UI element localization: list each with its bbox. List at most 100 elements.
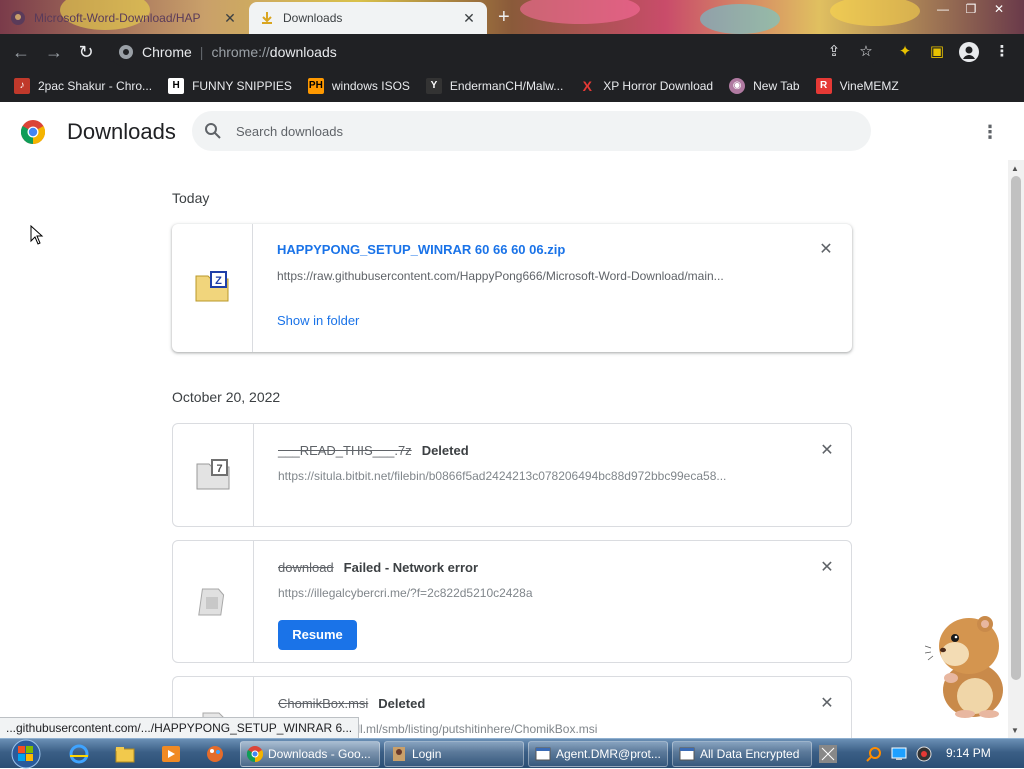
address-bar[interactable]: Chrome | chrome:// downloads	[110, 38, 880, 66]
download-filename: download Failed - Network error	[278, 560, 478, 575]
start-button-icon[interactable]	[4, 739, 44, 769]
chrome-logo-icon	[21, 120, 45, 144]
bookmark-label: New Tab	[753, 79, 800, 93]
address-separator: |	[199, 44, 204, 60]
search-icon	[205, 123, 221, 139]
forward-icon[interactable]: →	[42, 40, 66, 64]
download-item: 7 ___READ_THIS___.7z Deleted https://situ…	[172, 423, 852, 527]
extensions-icon[interactable]: ✦	[895, 42, 915, 62]
filename-text: ___READ_THIS___.7z	[278, 443, 412, 458]
mouse-cursor-icon	[30, 225, 44, 245]
chrome-site-icon	[119, 45, 133, 59]
close-window-icon[interactable]: ✕	[986, 2, 1012, 16]
scroll-down-icon[interactable]: ▼	[1011, 726, 1019, 735]
toolbar: ← → ↻ Chrome | chrome:// downloads ⇪ ☆ ✦…	[0, 34, 1024, 70]
remove-download-icon[interactable]: ✕	[819, 443, 835, 459]
downloads-header: Downloads Search downloads ⋮	[0, 102, 1010, 162]
section-date-october-20: October 20, 2022	[172, 389, 281, 405]
paint-icon[interactable]	[204, 744, 226, 764]
tab-title: Microsoft-Word-Download/HAP	[34, 11, 201, 25]
tab-github[interactable]: Microsoft-Word-Download/HAP ✕	[0, 2, 248, 34]
bookmark-label: EndermanCH/Malw...	[449, 79, 564, 93]
github-icon	[11, 11, 25, 25]
remove-download-icon[interactable]: ✕	[819, 696, 835, 712]
back-icon[interactable]: ←	[9, 40, 33, 64]
tab-close-icon[interactable]: ✕	[461, 10, 477, 27]
app-icon	[393, 747, 405, 761]
download-filename[interactable]: HAPPYPONG_SETUP_WINRAR 60 66 60 06.zip	[277, 242, 565, 257]
page-title: Downloads	[67, 119, 176, 144]
tab-title: Downloads	[283, 11, 343, 25]
display-tray-icon[interactable]	[891, 746, 907, 762]
tab-close-icon[interactable]: ✕	[222, 10, 238, 27]
taskbar-item-label: Agent.DMR@prot...	[556, 747, 661, 761]
download-status: Deleted	[378, 696, 426, 711]
windows-taskbar: Downloads - Goo... Login Agent.DMR@prot.…	[0, 738, 1024, 769]
address-scheme: chrome://	[211, 44, 270, 60]
search-downloads-input[interactable]: Search downloads	[192, 111, 871, 151]
tray-app-icon[interactable]	[818, 744, 838, 764]
share-icon[interactable]: ⇪	[824, 42, 844, 62]
taskbar-item-label: All Data Encrypted	[700, 747, 800, 761]
bookmark-new-tab[interactable]: ◉ New Tab	[729, 78, 800, 94]
x-favicon-icon: X	[582, 78, 592, 94]
bookmark-label: 2pac Shakur - Chro...	[38, 79, 153, 93]
zip-file-icon: Z	[195, 271, 229, 302]
bookmark-xp-horror[interactable]: X XP Horror Download	[579, 78, 714, 94]
show-in-folder-link[interactable]: Show in folder	[277, 313, 359, 328]
resume-button[interactable]: Resume	[278, 620, 357, 650]
bookmark-2pac[interactable]: ♪ 2pac Shakur - Chro...	[14, 78, 152, 94]
profile-avatar-icon[interactable]	[959, 42, 979, 62]
new-tab-button[interactable]: +	[498, 6, 510, 29]
taskbar-item-login[interactable]: Login	[384, 741, 524, 767]
taskbar-item-label: Login	[412, 747, 442, 761]
maximize-icon[interactable]: ❐	[958, 2, 984, 16]
chrome-icon	[247, 746, 263, 762]
minimize-icon[interactable]: —	[930, 2, 956, 16]
globe-favicon-icon: ◉	[729, 78, 746, 94]
download-icon	[262, 12, 272, 24]
taskbar-item-agent-dmr[interactable]: Agent.DMR@prot...	[528, 741, 668, 767]
download-url[interactable]: https://situla.bitbit.net/filebin/b0866f…	[278, 469, 778, 483]
internet-explorer-icon[interactable]	[68, 744, 90, 764]
scrollbar-thumb[interactable]	[1011, 176, 1021, 680]
bookmark-vinememz[interactable]: R VineMEMZ	[815, 78, 899, 94]
download-url[interactable]: https://raw.githubusercontent.com/HappyP…	[277, 269, 777, 283]
bookmark-windows-isos[interactable]: PH windows ISOS	[307, 78, 410, 94]
r-favicon-icon: R	[815, 78, 832, 94]
bookmark-label: FUNNY SNIPPIES	[192, 79, 292, 93]
bookmark-endermanch[interactable]: Y EndermanCH/Malw...	[425, 78, 564, 94]
filename-text: ChomikBox.msi	[278, 696, 369, 711]
search-placeholder: Search downloads	[236, 123, 343, 139]
bookmark-label: windows ISOS	[331, 79, 410, 93]
file-icon-column	[173, 541, 254, 662]
remove-download-icon[interactable]: ✕	[819, 560, 835, 576]
taskbar-item-downloads[interactable]: Downloads - Goo...	[240, 741, 380, 767]
scroll-up-icon[interactable]: ▲	[1011, 164, 1019, 173]
side-panel-icon[interactable]: ▣	[927, 42, 947, 62]
file-explorer-icon[interactable]	[114, 744, 136, 764]
menu-icon[interactable]: ⋮	[992, 42, 1012, 62]
h-favicon-icon: H	[168, 78, 185, 94]
bookmark-label: XP Horror Download	[603, 79, 714, 93]
more-actions-icon[interactable]: ⋮	[980, 120, 1000, 144]
taskbar-item-all-data-encrypted[interactable]: All Data Encrypted	[672, 741, 812, 767]
download-url[interactable]: https://illegalcybercri.me/?f=2c822d5210…	[278, 586, 778, 600]
svg-text:Z: Z	[215, 275, 222, 287]
reload-icon[interactable]: ↻	[74, 40, 98, 64]
bookmark-label: VineMEMZ	[839, 79, 899, 93]
search-tray-icon[interactable]	[866, 746, 882, 762]
bookmark-funny-snippies[interactable]: H FUNNY SNIPPIES	[168, 78, 292, 94]
bookmark-star-icon[interactable]: ☆	[856, 42, 876, 62]
media-player-icon[interactable]	[160, 744, 182, 764]
tab-downloads[interactable]: Downloads ✕	[249, 2, 487, 34]
taskbar-item-label: Downloads - Goo...	[268, 747, 371, 761]
download-filename: ChomikBox.msi Deleted	[278, 696, 425, 711]
remove-download-icon[interactable]: ✕	[818, 242, 834, 258]
hamster-mascot-icon	[925, 616, 1003, 718]
taskbar-clock: 9:14 PM	[946, 746, 991, 760]
volume-tray-icon[interactable]	[916, 746, 932, 762]
ph-favicon-icon: PH	[307, 78, 324, 94]
download-filename: ___READ_THIS___.7z Deleted	[278, 443, 469, 458]
bookmarks-bar: ♪ 2pac Shakur - Chro... H FUNNY SNIPPIES…	[0, 70, 1024, 102]
